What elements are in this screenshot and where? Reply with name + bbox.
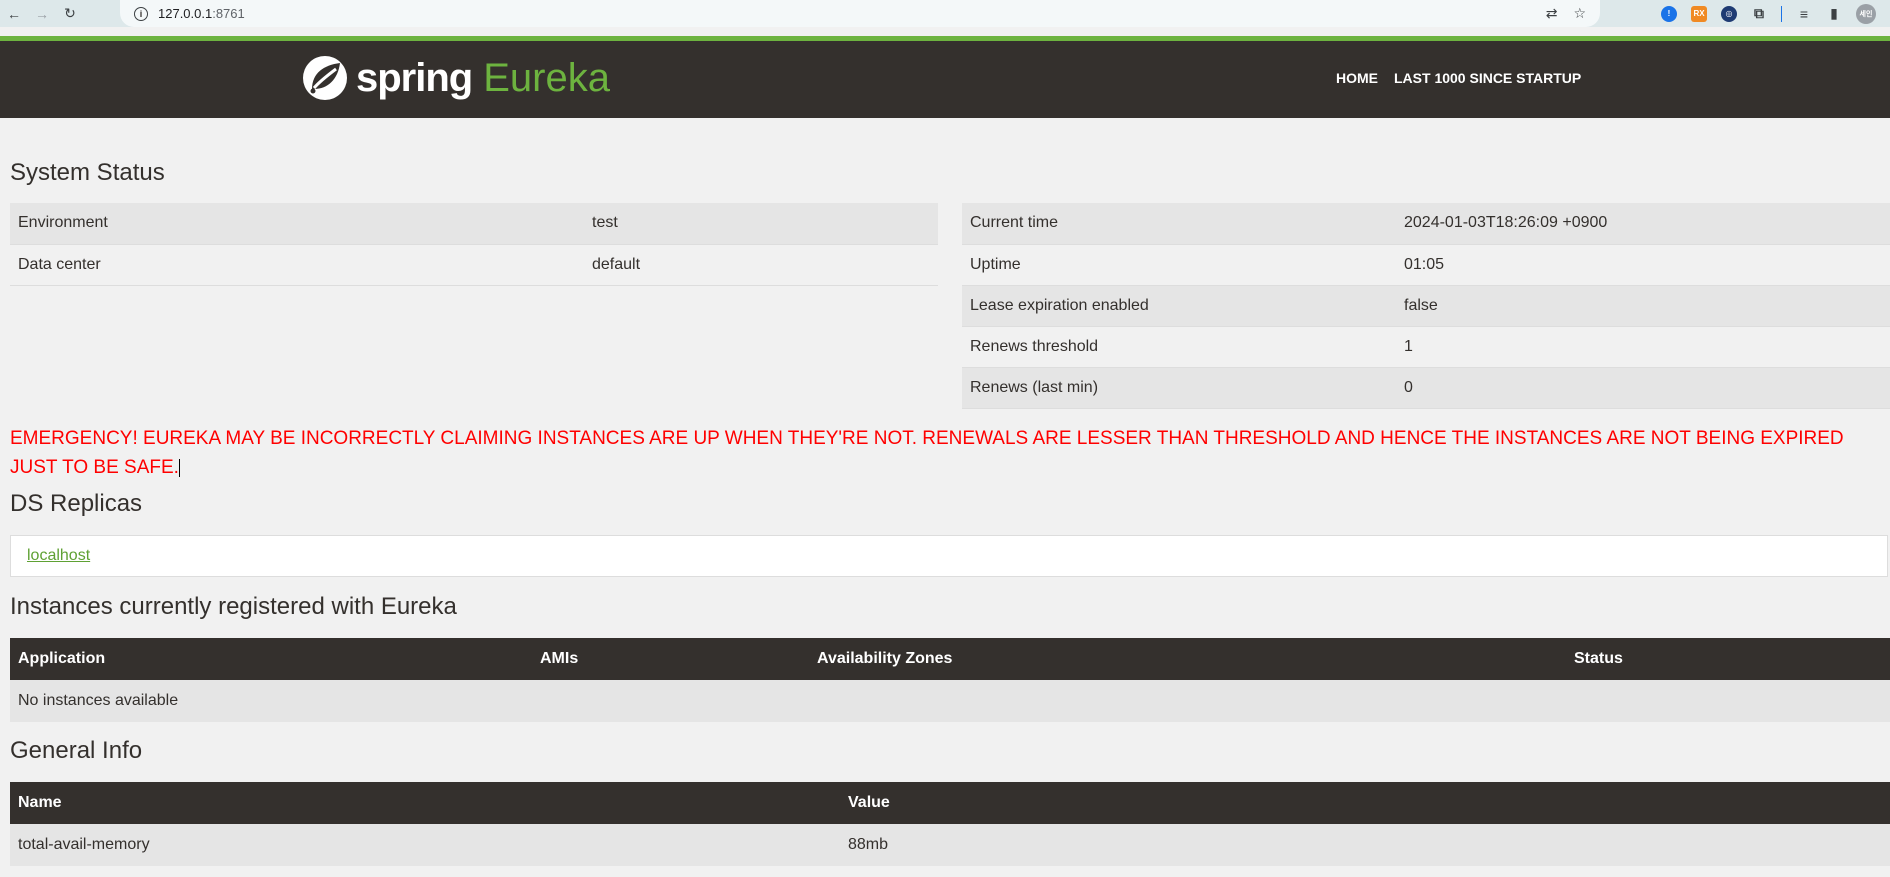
column-header-amis: AMIs <box>532 638 809 680</box>
toolbar-divider <box>1781 5 1782 22</box>
site-info-icon[interactable]: i <box>134 6 148 21</box>
status-value: 2024-01-03T18:26:09 +0900 <box>1396 203 1890 245</box>
extension-globe-icon[interactable]: ◎ <box>1721 5 1737 22</box>
status-label: Current time <box>962 203 1396 245</box>
column-header-status: Status <box>1566 638 1890 680</box>
info-value: 88mb <box>840 824 1890 866</box>
system-status-right-table: Current time 2024-01-03T18:26:09 +0900 U… <box>962 203 1890 409</box>
url-text[interactable]: 127.0.0.1:8761 <box>158 6 245 21</box>
status-value: false <box>1396 285 1890 327</box>
browser-toolbar: ← → ↻ i 127.0.0.1:8761 ⇄ ☆ ! RX ◎ ⧉ ≡ ▮ … <box>0 0 1890 27</box>
ds-replicas-list: localhost <box>10 535 1888 577</box>
table-row: Renews threshold 1 <box>962 326 1890 368</box>
brand-eureka-text: Eureka <box>483 56 610 100</box>
column-header-value: Value <box>840 782 1890 824</box>
status-label: Uptime <box>962 244 1396 286</box>
table-row: Data center default <box>10 244 938 286</box>
table-header-row: Application AMIs Availability Zones Stat… <box>10 638 1890 680</box>
reading-list-icon[interactable]: ≡ <box>1796 6 1812 22</box>
table-header-row: Name Value <box>10 782 1890 824</box>
status-label: Environment <box>10 203 584 245</box>
table-row: No instances available <box>10 680 1890 722</box>
status-label: Lease expiration enabled <box>962 285 1396 327</box>
text-cursor <box>178 458 180 477</box>
general-info-table: Name Value total-avail-memory 88mb <box>10 782 1890 866</box>
extension-shield-icon[interactable]: ! <box>1661 5 1677 22</box>
info-name: total-avail-memory <box>10 824 840 866</box>
table-row: Environment test <box>10 203 938 245</box>
profile-avatar[interactable]: 세인 <box>1856 3 1876 24</box>
spring-leaf-icon <box>303 56 347 100</box>
system-status-heading: System Status <box>10 159 165 186</box>
column-header-application: Application <box>10 638 532 680</box>
forward-icon[interactable]: → <box>28 0 56 27</box>
nav-home-link[interactable]: HOME <box>1336 70 1378 86</box>
spring-eureka-logo[interactable]: spring Eureka <box>302 55 610 101</box>
status-value: 01:05 <box>1396 244 1890 286</box>
reload-icon[interactable]: ↻ <box>56 0 84 27</box>
status-value: default <box>584 244 938 286</box>
side-panel-icon[interactable]: ▮ <box>1826 5 1842 22</box>
ds-replicas-heading: DS Replicas <box>10 490 143 517</box>
table-row: Renews (last min) 0 <box>962 367 1890 409</box>
extensions-puzzle-icon[interactable]: ⧉ <box>1751 5 1767 22</box>
status-label: Renews (last min) <box>962 367 1396 409</box>
brand-spring-text: spring <box>356 56 473 100</box>
bookmark-star-icon[interactable]: ☆ <box>1573 5 1586 22</box>
table-row: Lease expiration enabled false <box>962 285 1890 327</box>
emergency-warning: EMERGENCY! EUREKA MAY BE INCORRECTLY CLA… <box>10 428 1844 478</box>
translate-icon[interactable]: ⇄ <box>1546 5 1558 22</box>
table-row: Uptime 01:05 <box>962 244 1890 286</box>
replica-localhost-link[interactable]: localhost <box>27 547 90 565</box>
navbar: spring Eureka HOME LAST 1000 SINCE START… <box>0 41 1890 118</box>
nav-last-1000-link[interactable]: LAST 1000 SINCE STARTUP <box>1394 70 1581 86</box>
status-value: 0 <box>1396 367 1890 409</box>
table-row: Current time 2024-01-03T18:26:09 +0900 <box>962 203 1890 245</box>
address-bar[interactable]: i 127.0.0.1:8761 ⇄ ☆ <box>120 0 1600 27</box>
status-label: Renews threshold <box>962 326 1396 368</box>
back-icon[interactable]: ← <box>0 0 28 27</box>
table-row: total-avail-memory 88mb <box>10 824 1890 866</box>
no-instances-text: No instances available <box>10 680 1890 722</box>
instances-table: Application AMIs Availability Zones Stat… <box>10 638 1890 722</box>
status-value: 1 <box>1396 326 1890 368</box>
system-status-left-table: Environment test Data center default <box>10 203 938 286</box>
general-info-heading: General Info <box>10 737 143 764</box>
status-value: test <box>584 203 938 245</box>
instances-heading: Instances currently registered with Eure… <box>10 593 457 620</box>
status-label: Data center <box>10 244 584 286</box>
extension-rx-icon[interactable]: RX <box>1691 5 1707 22</box>
column-header-availability-zones: Availability Zones <box>809 638 1566 680</box>
column-header-name: Name <box>10 782 840 824</box>
